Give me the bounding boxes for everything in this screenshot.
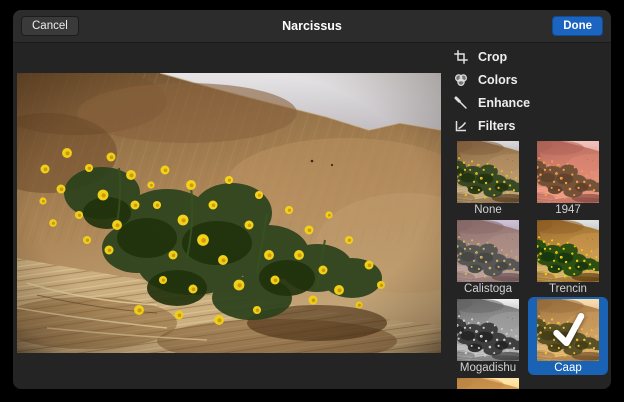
filters-grid[interactable]: None 1947	[448, 139, 611, 389]
filter-label: None	[474, 204, 502, 217]
filter-tile[interactable]: 1947	[528, 139, 608, 217]
filter-label: Calistoga	[464, 283, 512, 296]
filter-tint-overlay	[457, 141, 519, 203]
filter-thumbnail	[537, 141, 599, 203]
photo-image	[17, 73, 441, 353]
filter-tile[interactable]: Trencin	[528, 218, 608, 296]
cancel-button[interactable]: Cancel	[21, 16, 79, 36]
photo-canvas-area	[13, 43, 445, 389]
tool-label: Filters	[478, 119, 516, 133]
filter-tint-overlay	[457, 220, 519, 282]
photo-canvas	[17, 73, 441, 353]
filter-tint-overlay	[537, 220, 599, 282]
photos-edit-window: Cancel Narcissus Done	[13, 10, 611, 389]
filter-thumbnail	[457, 141, 519, 203]
tool-label: Enhance	[478, 96, 530, 110]
tools-list: Crop Colors	[453, 45, 611, 137]
tool-filters[interactable]: Filters	[453, 114, 611, 137]
page-title: Narcissus	[282, 19, 342, 33]
filter-thumbnail	[537, 220, 599, 282]
filter-label: Trencin	[549, 283, 587, 296]
filter-tile[interactable]: Mogadishu	[448, 297, 528, 375]
edit-sidebar[interactable]: Crop Colors	[445, 43, 611, 389]
filter-tile[interactable]: Caap	[528, 297, 608, 375]
screen: Cancel Narcissus Done	[0, 0, 624, 402]
filter-label: Caap	[554, 362, 582, 375]
checkmark-icon	[547, 309, 589, 351]
colors-icon	[453, 72, 468, 87]
enhance-icon	[453, 95, 468, 110]
edit-view: Crop Colors	[13, 43, 611, 389]
filter-thumbnail	[457, 299, 519, 361]
filter-thumbnail	[537, 299, 599, 361]
filter-tint-overlay	[537, 141, 599, 203]
tool-enhance[interactable]: Enhance	[453, 91, 611, 114]
filter-label: Mogadishu	[460, 362, 516, 375]
filter-tile[interactable]: None	[448, 139, 528, 217]
tool-label: Crop	[478, 50, 507, 64]
filter-tint-overlay	[457, 378, 519, 389]
filter-tint-overlay	[457, 299, 519, 361]
filters-icon	[453, 118, 468, 133]
tool-label: Colors	[478, 73, 518, 87]
filter-thumbnail	[457, 378, 519, 389]
done-button[interactable]: Done	[552, 16, 603, 36]
filter-tile[interactable]	[448, 376, 528, 389]
tool-crop[interactable]: Crop	[453, 45, 611, 68]
tool-colors[interactable]: Colors	[453, 68, 611, 91]
crop-icon	[453, 49, 468, 64]
filter-thumbnail	[457, 220, 519, 282]
header-bar: Cancel Narcissus Done	[13, 10, 611, 43]
filter-tile[interactable]: Calistoga	[448, 218, 528, 296]
filter-label: 1947	[555, 204, 581, 217]
